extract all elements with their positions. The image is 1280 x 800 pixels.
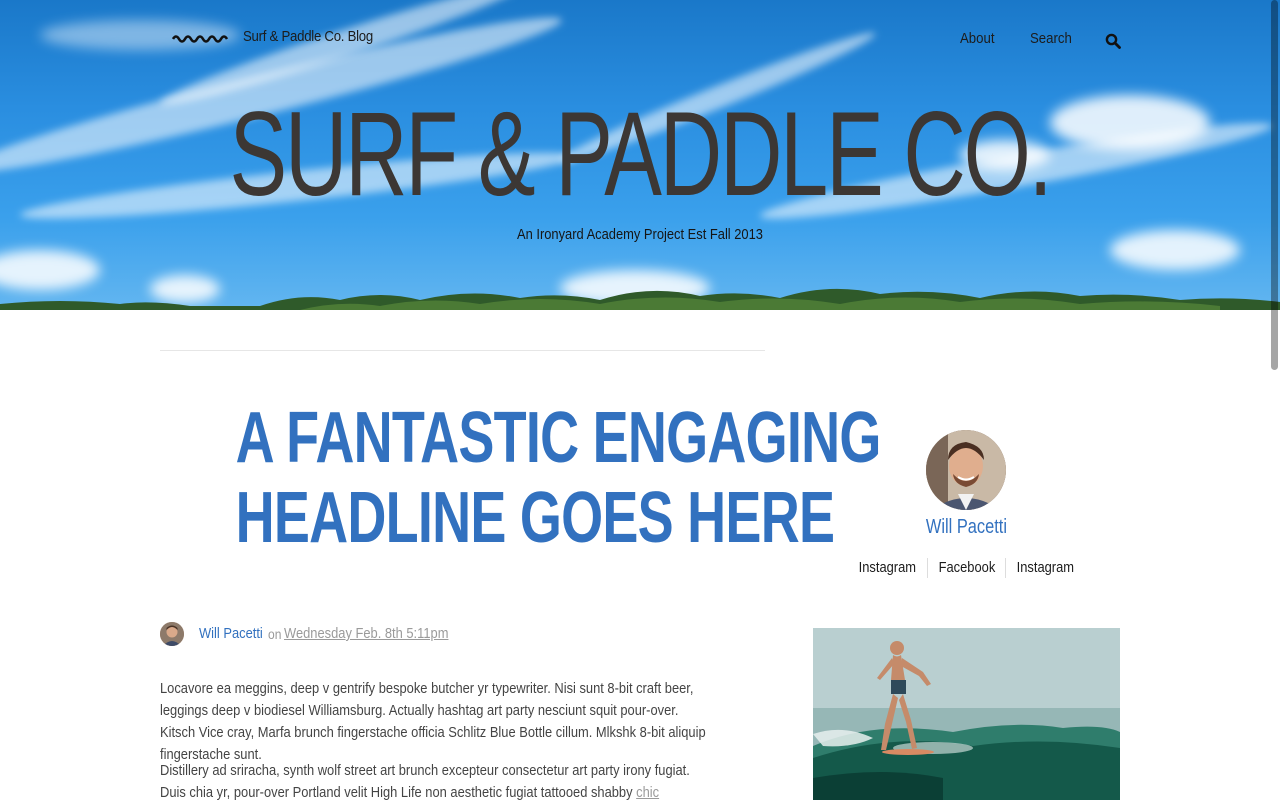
wave-logo-icon[interactable] <box>172 33 230 45</box>
page-scrollbar[interactable] <box>1271 0 1278 370</box>
post-paragraph-1: Locavore ea meggins, deep v gentrify bes… <box>160 680 706 763</box>
surfer-photo[interactable] <box>813 628 1120 800</box>
post-author-link[interactable]: Will Pacetti <box>199 625 263 642</box>
social-links: Instagram Facebook Instagram <box>813 558 1120 582</box>
post-headline-line-1: A FANTASTIC ENGAGING <box>235 398 882 478</box>
instagram-link[interactable]: Instagram <box>853 559 921 576</box>
palm-treeline <box>0 288 1280 310</box>
profile-avatar[interactable] <box>926 430 1006 510</box>
nav-about-link[interactable]: About <box>960 30 994 47</box>
hero-subtitle: An Ironyard Academy Project Est Fall 201… <box>517 226 763 243</box>
profile-name-text: Will Pacetti <box>925 516 1008 538</box>
instagram-link-2[interactable]: Instagram <box>1012 559 1080 576</box>
content-divider <box>160 350 765 351</box>
post-meta: Will Pacetti on Wednesday Feb. 8th 5:11p… <box>160 622 765 648</box>
post-meta-on: on <box>268 626 282 642</box>
author-avatar[interactable] <box>160 622 184 646</box>
post-paragraph-2: Distillery ad sriracha, synth wolf stree… <box>160 760 710 800</box>
profile-name[interactable]: Will Pacetti <box>813 516 1120 539</box>
facebook-link[interactable]: Facebook <box>933 559 1000 576</box>
post-date-link[interactable]: Wednesday Feb. 8th 5:11pm <box>284 625 448 642</box>
search-icon[interactable] <box>1105 33 1121 49</box>
post-headline-line-2: HEADLINE GOES HERE <box>235 478 835 558</box>
nav-search-link[interactable]: Search <box>1030 30 1072 47</box>
post-paragraph-2-text: Distillery ad sriracha, synth wolf stree… <box>160 762 690 800</box>
social-separator <box>1005 558 1007 578</box>
social-separator <box>926 558 928 578</box>
post-headline[interactable]: A FANTASTIC ENGAGING HEADLINE GOES HERE <box>160 398 882 558</box>
blog-name-link[interactable]: Surf & Paddle Co. Blog <box>243 28 373 45</box>
hero-title: SURF & PADDLE CO. <box>229 87 1052 221</box>
top-navigation: Surf & Paddle Co. Blog About Search <box>0 0 1280 80</box>
